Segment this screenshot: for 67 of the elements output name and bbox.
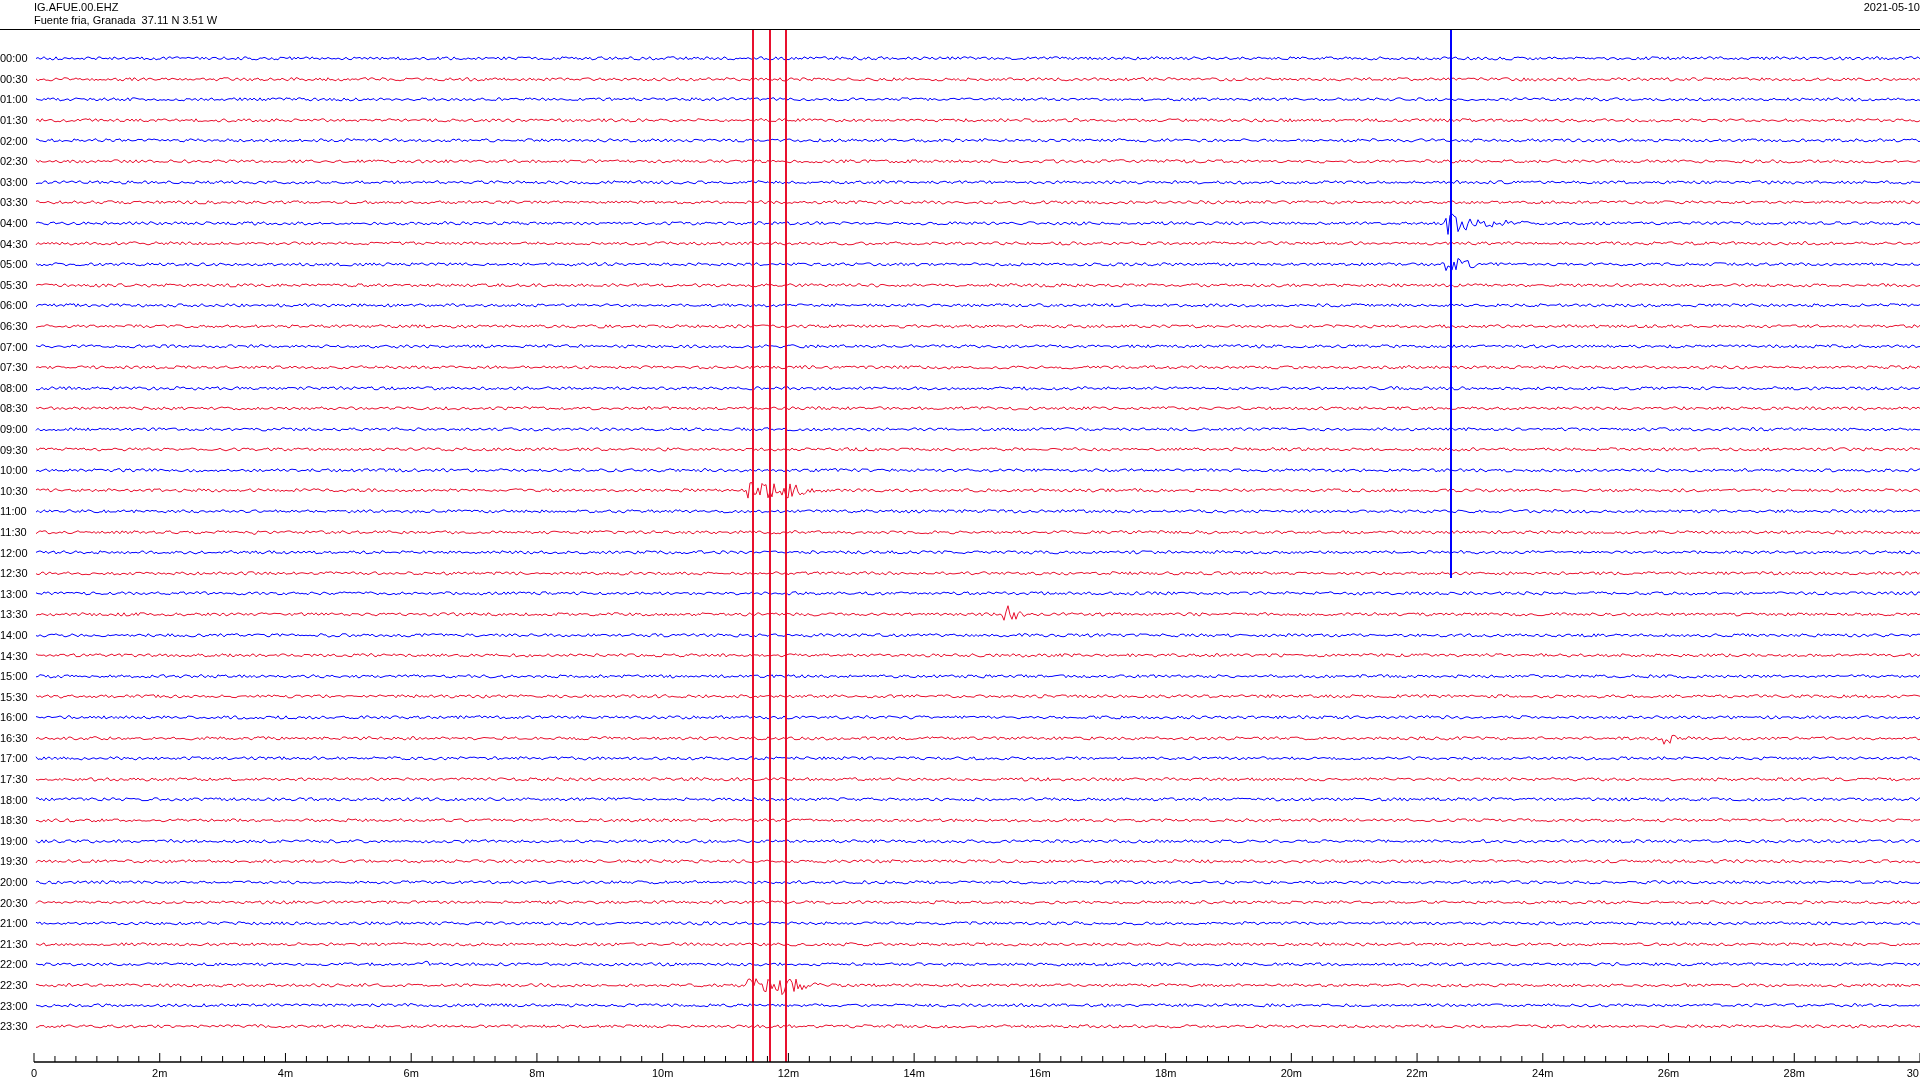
time-label: 20:00 [0, 876, 29, 889]
time-label: 01:30 [0, 114, 29, 127]
time-label: 19:30 [0, 855, 29, 868]
time-label: 06:30 [0, 320, 29, 332]
axis-tick-label: 26m [1657, 1067, 1680, 1079]
time-label: 07:30 [0, 361, 29, 374]
time-label: 22:00 [0, 958, 29, 971]
axis-tick-label: 0 [30, 1067, 38, 1079]
time-label: 10:30 [0, 484, 29, 497]
time-label: 08:00 [0, 381, 29, 394]
time-label: 05:30 [0, 278, 29, 291]
time-label: 02:30 [0, 155, 29, 168]
axis-tick-label: 20m [1280, 1067, 1303, 1079]
time-label: 11:30 [0, 525, 28, 538]
time-label: 12:30 [0, 567, 29, 580]
axis-tick-label: 12m [777, 1067, 800, 1079]
time-label: 17:00 [0, 752, 29, 765]
time-label: 00:00 [0, 52, 29, 65]
time-label: 08:30 [0, 402, 29, 415]
time-label: 09:00 [0, 423, 29, 435]
time-label: 04:30 [0, 237, 29, 250]
time-label: 06:00 [0, 299, 29, 312]
date-label: 2021-05-10 [1863, 0, 1920, 15]
time-label: 21:00 [0, 917, 29, 930]
time-label: 04:00 [0, 217, 29, 230]
time-label: 03:30 [0, 196, 29, 209]
axis-tick-label: 16m [1029, 1067, 1051, 1079]
time-label: 17:30 [0, 773, 29, 786]
axis-tick-label: 14m [903, 1067, 925, 1079]
time-label: 05:00 [0, 258, 29, 271]
time-label: 16:00 [0, 711, 29, 724]
time-label: 14:00 [0, 628, 29, 641]
axis-tick-label: 2m [152, 1067, 168, 1079]
time-label: 20:30 [0, 896, 29, 909]
axis-tick-label: 6m [403, 1067, 419, 1079]
time-label: 18:30 [0, 814, 29, 827]
time-label: 10:00 [0, 464, 29, 477]
time-label: 12:00 [0, 546, 29, 559]
axis-tick-label: 28m [1783, 1067, 1805, 1079]
time-label: 13:30 [0, 608, 29, 621]
time-label: 15:00 [0, 670, 29, 683]
time-label: 22:30 [0, 979, 29, 991]
time-label: 16:30 [0, 731, 29, 744]
time-label: 01:00 [0, 93, 29, 106]
time-label: 13:00 [0, 587, 29, 600]
time-label: 00:30 [0, 72, 29, 85]
time-label: 07:00 [0, 340, 29, 353]
axis-tick-label: 24m [1532, 1067, 1554, 1079]
axis-tick-label: 22m [1406, 1067, 1428, 1079]
time-label: 23:30 [0, 1020, 29, 1033]
time-label: 09:30 [0, 443, 29, 456]
time-label: 02:00 [0, 134, 29, 147]
axis-tick-label: 8m [529, 1067, 545, 1079]
axis-tick-label: 10m [651, 1067, 674, 1079]
axis-tick-label: 18m [1154, 1067, 1177, 1079]
time-label: 03:00 [0, 175, 29, 188]
time-label: 11:00 [0, 505, 28, 518]
time-label: 15:30 [0, 690, 29, 703]
axis-tick-label: 4m [277, 1067, 294, 1079]
axis-tick-label: 30 [1906, 1067, 1919, 1079]
time-label: 21:30 [0, 937, 29, 950]
time-label: 14:30 [0, 649, 29, 662]
time-label: 23:00 [0, 999, 29, 1012]
station-code: IG.AFUE.00.EHZ [34, 1, 120, 14]
station-location: Fuente fria, Granada 37.11 N 3.51 W [34, 14, 218, 27]
time-label: 18:00 [0, 793, 29, 806]
time-label: 19:00 [0, 834, 29, 847]
